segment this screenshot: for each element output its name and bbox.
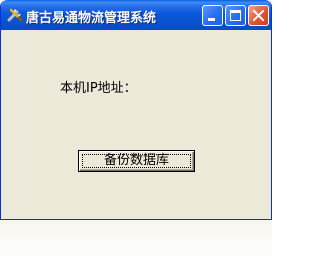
title-bar[interactable]: 唐古易通物流管理系统 [1, 0, 271, 30]
tools-icon [7, 7, 23, 23]
close-icon [252, 9, 265, 22]
minimize-button[interactable] [202, 5, 223, 26]
maximize-icon [230, 10, 241, 21]
local-ip-label: 本机IP地址： [60, 81, 137, 96]
backup-database-button[interactable]: 备份数据库 [78, 150, 195, 172]
maximize-button[interactable] [225, 5, 246, 26]
window-title: 唐古易通物流管理系统 [26, 11, 157, 26]
window-reflection [0, 220, 272, 270]
close-button[interactable] [248, 5, 269, 26]
client-area: 本机IP地址： 备份数据库 [1, 30, 271, 219]
minimize-icon [208, 18, 215, 21]
backup-button-label: 备份数据库 [103, 153, 169, 168]
main-window: 唐古易通物流管理系统 本机IP地址： 备份数据库 [0, 0, 272, 220]
